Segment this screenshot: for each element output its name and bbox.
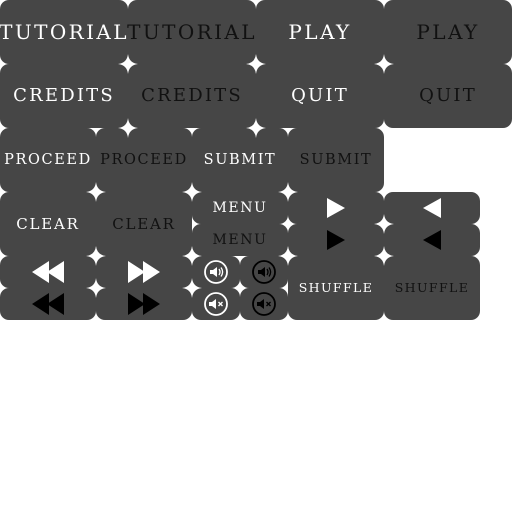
sound-off-button-pressed[interactable]: [240, 288, 288, 320]
rewind-icon: [32, 293, 64, 315]
sparkle-icon: [374, 54, 394, 74]
tutorial-button[interactable]: TUTORIAL: [0, 0, 128, 64]
arrow-right-button[interactable]: [288, 192, 384, 224]
menu-button[interactable]: MENU: [192, 192, 288, 224]
fast-forward-button[interactable]: [96, 256, 192, 288]
menu-button-pressed[interactable]: MENU: [192, 224, 288, 256]
sparkle-icon: [182, 182, 202, 202]
play-triangle-left-icon: [423, 230, 441, 250]
menu-label-pressed: MENU: [212, 232, 268, 248]
tutorial-label-pressed: TUTORIAL: [127, 20, 257, 44]
play-label-pressed: PLAY: [416, 20, 480, 44]
proceed-button-pressed[interactable]: PROCEED: [96, 128, 192, 192]
sparkle-icon: [246, 118, 266, 138]
rewind-triangle-b: [47, 261, 64, 283]
shuffle-button-pressed[interactable]: SHUFFLE: [384, 256, 480, 320]
play-triangle-right-icon: [327, 230, 345, 250]
proceed-label: PROCEED: [4, 151, 92, 168]
sparkle-icon: [182, 246, 202, 266]
sparkle-icon: [118, 118, 138, 138]
rewind-icon: [32, 261, 64, 283]
play-button-pressed[interactable]: PLAY: [384, 0, 512, 64]
shuffle-button[interactable]: SHUFFLE: [288, 256, 384, 320]
credits-label-pressed: CREDITS: [141, 85, 243, 106]
shuffle-label: SHUFFLE: [298, 279, 374, 295]
submit-label: SUBMIT: [203, 151, 277, 168]
speaker-on-icon: [252, 260, 276, 284]
play-triangle-left-icon: [423, 198, 441, 218]
rewind-button[interactable]: [0, 256, 96, 288]
sparkle-icon: [278, 182, 298, 202]
fast-forward-icon: [128, 293, 160, 315]
sparkle-icon: [246, 54, 266, 74]
tutorial-label: TUTORIAL: [0, 20, 129, 44]
fast-forward-icon: [128, 261, 160, 283]
fast-forward-button-pressed[interactable]: [96, 288, 192, 320]
sparkle-icon: [278, 246, 298, 266]
sparkle-icon: [374, 214, 394, 234]
arrow-left-button[interactable]: [384, 192, 480, 224]
credits-button[interactable]: CREDITS: [0, 64, 128, 128]
clear-label: CLEAR: [16, 214, 80, 233]
shuffle-label-pressed: SHUFFLE: [394, 279, 470, 295]
speaker-muted-icon: [204, 292, 228, 316]
sparkle-icon: [86, 278, 106, 298]
speaker-on-icon: [204, 260, 228, 284]
quit-label-pressed: QUIT: [419, 85, 477, 106]
submit-button[interactable]: SUBMIT: [192, 128, 288, 192]
submit-label-pressed: SUBMIT: [299, 151, 373, 168]
sparkle-icon: [374, 246, 394, 266]
sparkle-icon: [182, 278, 202, 298]
rewind-triangle-b: [47, 293, 64, 315]
clear-button-pressed[interactable]: CLEAR: [96, 192, 192, 256]
arrow-left-button-pressed[interactable]: [384, 224, 480, 256]
quit-button[interactable]: QUIT: [256, 64, 384, 128]
rewind-button-pressed[interactable]: [0, 288, 96, 320]
speaker-muted-icon: [252, 292, 276, 316]
quit-label: QUIT: [291, 85, 349, 106]
menu-label: MENU: [212, 200, 268, 216]
play-triangle-right-icon: [327, 198, 345, 218]
clear-button[interactable]: CLEAR: [0, 192, 96, 256]
fast-forward-triangle-b: [143, 261, 160, 283]
credits-label: CREDITS: [13, 85, 115, 106]
play-label: PLAY: [288, 20, 352, 44]
arrow-right-button-pressed[interactable]: [288, 224, 384, 256]
clear-label-pressed: CLEAR: [112, 214, 176, 233]
fast-forward-triangle-b: [143, 293, 160, 315]
proceed-label-pressed: PROCEED: [100, 151, 188, 168]
tutorial-button-pressed[interactable]: TUTORIAL: [127, 0, 257, 64]
submit-button-pressed[interactable]: SUBMIT: [288, 128, 384, 192]
sparkle-icon: [118, 54, 138, 74]
sparkle-icon: [86, 182, 106, 202]
credits-button-pressed[interactable]: CREDITS: [128, 64, 256, 128]
proceed-button[interactable]: PROCEED: [0, 128, 96, 192]
play-button[interactable]: PLAY: [256, 0, 384, 64]
quit-button-pressed[interactable]: QUIT: [384, 64, 512, 128]
sparkle-icon: [86, 246, 106, 266]
